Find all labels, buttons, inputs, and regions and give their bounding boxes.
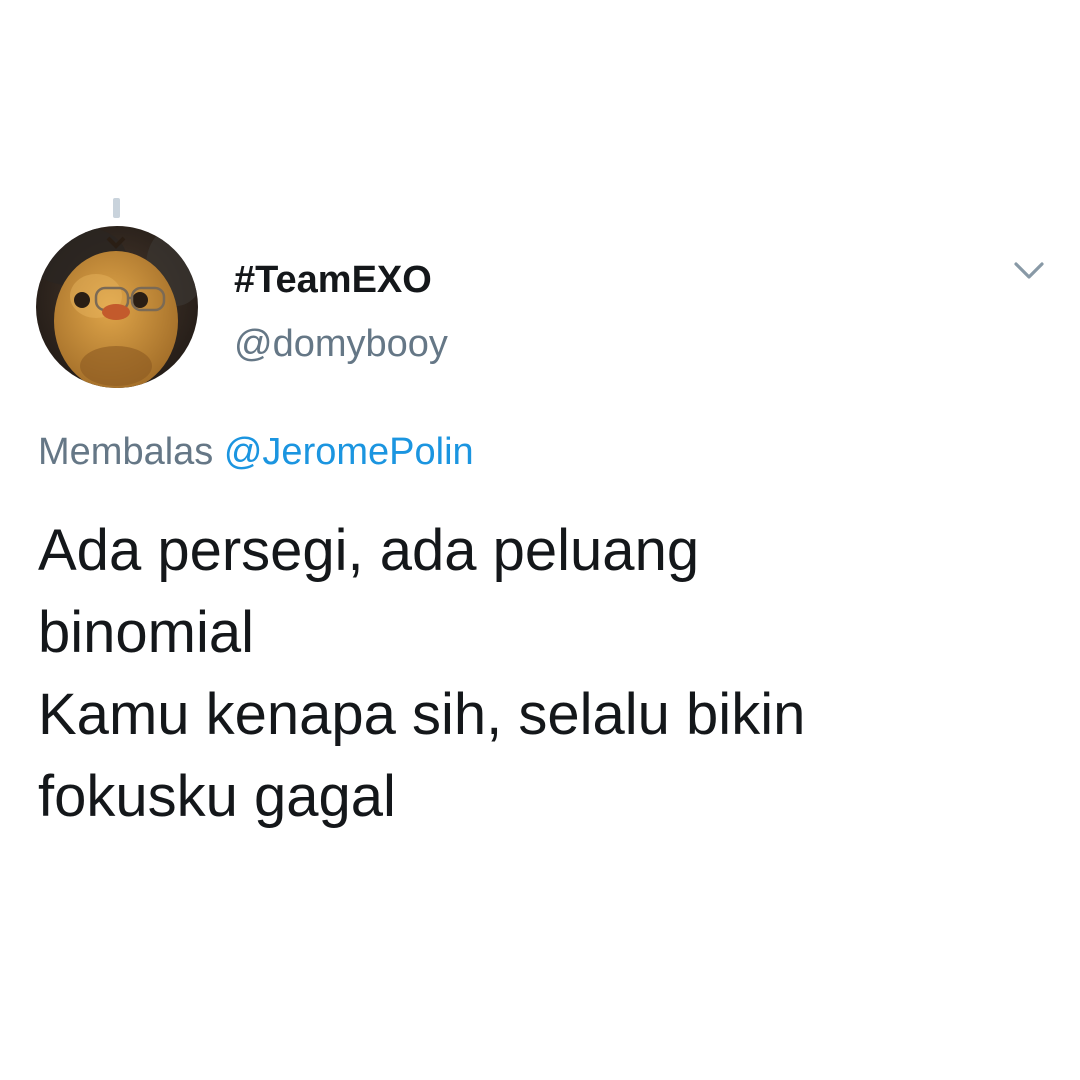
plush-chick-avatar-icon — [36, 226, 198, 388]
tweet-line: binomial — [38, 600, 254, 665]
chevron-down-icon — [1014, 262, 1044, 279]
tweet-text: Ada persegi, ada peluang binomial Kamu k… — [38, 510, 1038, 838]
reply-mention-link[interactable]: @JeromePolin — [224, 431, 474, 473]
author-handle[interactable]: @domybooy — [234, 320, 448, 368]
avatar[interactable] — [36, 226, 198, 388]
tweet-line: Ada persegi, ada peluang — [38, 518, 700, 583]
thread-connector-line — [113, 198, 120, 218]
author-display-name[interactable]: #TeamEXO — [234, 256, 432, 304]
tweet-line: fokusku gagal — [38, 764, 396, 829]
reply-context: Membalas @JeromePolin — [38, 428, 474, 476]
tweet-menu-button[interactable] — [1006, 252, 1052, 288]
reply-prefix: Membalas — [38, 431, 214, 473]
tweet-line: Kamu kenapa sih, selalu bikin — [38, 682, 806, 747]
